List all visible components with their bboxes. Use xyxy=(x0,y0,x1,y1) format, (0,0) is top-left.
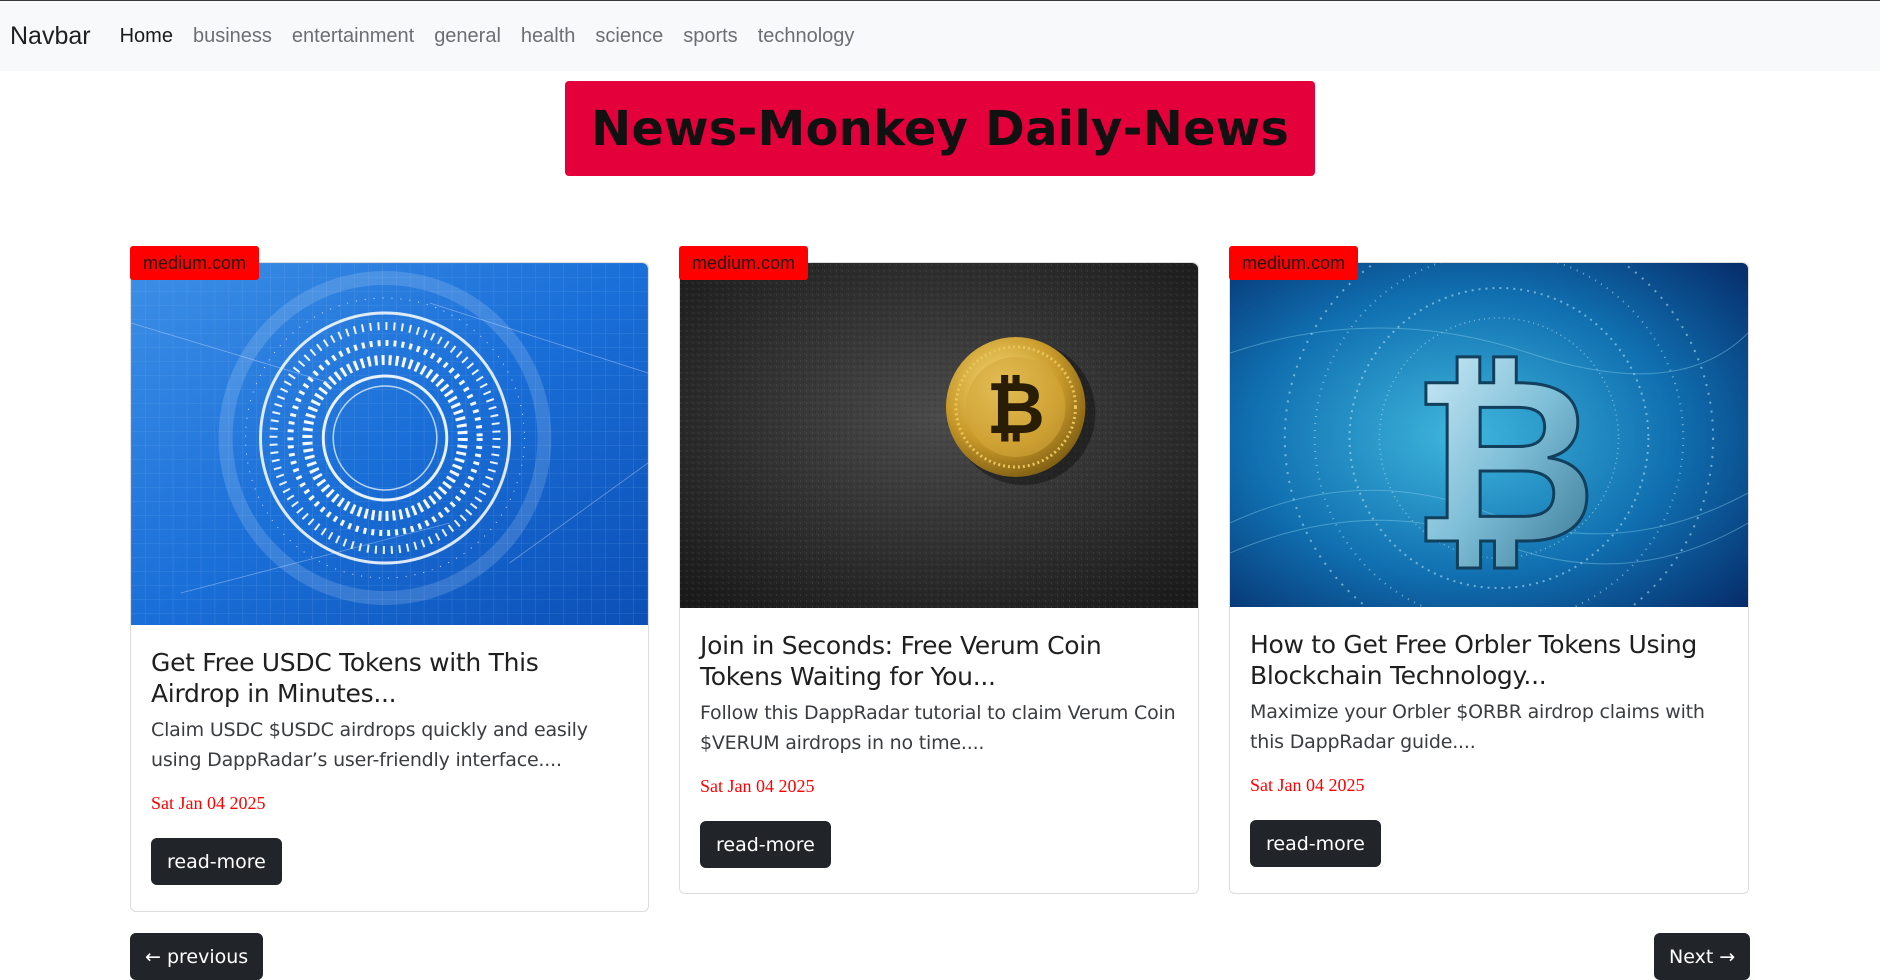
nav-link-technology[interactable]: technology xyxy=(748,25,865,48)
header-banner: News-Monkey Daily-News xyxy=(565,81,1315,176)
news-card: medium.com xyxy=(130,246,649,912)
previous-button[interactable]: ← previous xyxy=(130,933,264,980)
nav-link-science[interactable]: science xyxy=(585,25,673,48)
nav-link-sports[interactable]: sports xyxy=(673,25,747,48)
blue-bitcoin-symbol-image: ₿ xyxy=(1230,263,1748,607)
source-badge: medium.com xyxy=(679,246,809,280)
read-more-button[interactable]: read-more xyxy=(1250,820,1381,867)
source-badge: medium.com xyxy=(1229,246,1359,280)
gold-bitcoin-on-black-image: ₿ xyxy=(680,263,1198,608)
blue-digital-circle-image xyxy=(131,263,648,625)
news-card: medium.com xyxy=(679,246,1199,894)
read-more-button[interactable]: read-more xyxy=(151,838,282,885)
article-description: Claim USDC $USDC airdrops quickly and ea… xyxy=(151,719,588,771)
article-title: Get Free USDC Tokens with This Airdrop i… xyxy=(151,648,539,708)
navbar: Navbar Home business entertainment gener… xyxy=(0,0,1880,71)
svg-text:₿: ₿ xyxy=(1411,329,1598,597)
next-button[interactable]: Next → xyxy=(1654,933,1751,980)
nav-link-general[interactable]: general xyxy=(424,25,511,48)
read-more-button[interactable]: read-more xyxy=(700,821,831,868)
article-title: Join in Seconds: Free Verum Coin Tokens … xyxy=(700,631,1102,691)
article-title: How to Get Free Orbler Tokens Using Bloc… xyxy=(1250,630,1697,690)
page-title: News-Monkey Daily-News xyxy=(590,100,1290,157)
svg-text:₿: ₿ xyxy=(986,366,1044,450)
article-description: Maximize your Orbler $ORBR airdrop claim… xyxy=(1250,701,1705,753)
nav-link-entertainment[interactable]: entertainment xyxy=(282,25,424,48)
article-date: Sat Jan 04 2025 xyxy=(1250,775,1365,795)
nav-link-health[interactable]: health xyxy=(511,25,586,48)
article-date: Sat Jan 04 2025 xyxy=(151,793,266,813)
source-badge: medium.com xyxy=(130,246,260,280)
navbar-brand[interactable]: Navbar xyxy=(10,22,91,51)
nav-links: Home business entertainment general heal… xyxy=(110,25,865,48)
article-date: Sat Jan 04 2025 xyxy=(700,776,815,796)
nav-link-home[interactable]: Home xyxy=(110,25,183,48)
article-description: Follow this DappRadar tutorial to claim … xyxy=(700,702,1176,754)
news-card: medium.com xyxy=(1229,246,1749,894)
nav-link-business[interactable]: business xyxy=(183,25,282,48)
